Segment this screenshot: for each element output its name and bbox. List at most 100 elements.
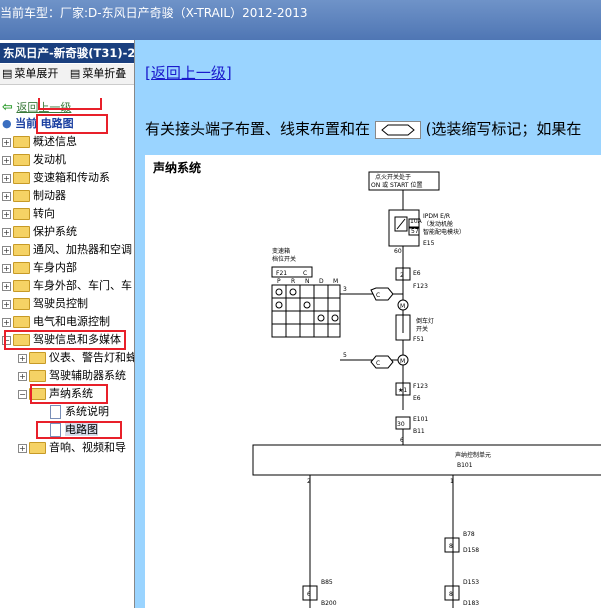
- expand-icon[interactable]: +: [2, 173, 11, 183]
- tree-item-overview[interactable]: + 概述信息: [2, 134, 77, 150]
- pin-2: 2: [400, 272, 404, 279]
- folder-icon: [13, 172, 30, 184]
- trans-label-1: 变速箱: [272, 247, 290, 255]
- expand-icon[interactable]: +: [2, 263, 11, 273]
- tree-item-electrical[interactable]: + 电气和电源控制: [2, 314, 110, 330]
- folder-icon: [13, 298, 30, 310]
- gear-p: P: [277, 278, 281, 285]
- expand-icon[interactable]: +: [18, 353, 27, 363]
- fuse-num: 57: [411, 228, 419, 235]
- gear-n: N: [305, 278, 310, 285]
- connector-b11: B11: [413, 428, 425, 435]
- connector-symbol-icon: [374, 120, 421, 139]
- expand-icon[interactable]: +: [2, 227, 11, 237]
- connector-d183: D183: [463, 600, 479, 607]
- tree-item-protection[interactable]: + 保护系统: [2, 224, 77, 240]
- tree-item-exterior[interactable]: + 车身外部、车门、车: [2, 278, 132, 294]
- expand-icon[interactable]: +: [2, 317, 11, 327]
- reverse-label-1: 倒车灯: [416, 317, 434, 325]
- connector-e15: E15: [423, 240, 435, 247]
- tree-item-driver-controls[interactable]: + 驾驶员控制: [2, 296, 88, 312]
- left-panel: 东风日产-新奇骏(T31)-20 ▤ 菜单展开 ▤ 菜单折叠 ⇦ 返回上一级 ● 当…: [0, 40, 135, 608]
- expand-icon[interactable]: +: [2, 155, 11, 165]
- connector-f21: F21: [276, 270, 287, 277]
- folder-icon: [29, 370, 46, 382]
- collapse-icon[interactable]: −: [18, 389, 27, 399]
- content-area: [返回上一级] 有关接头端子布置、线束布置和在 (选装缩写标记；如果在 声纳系统: [135, 40, 601, 608]
- tree-item-interior[interactable]: + 车身内部: [2, 260, 77, 276]
- highlight-box: [30, 384, 108, 404]
- tree-item-transmission[interactable]: + 变速箱和传动系: [2, 170, 110, 186]
- connector-b78: B78: [463, 531, 475, 538]
- pin-8a: 8: [449, 543, 453, 550]
- connector-e101: E101: [413, 416, 428, 423]
- reverse-label-2: 开关: [416, 325, 428, 333]
- tree-item-audio[interactable]: + 音响、视频和导: [18, 440, 126, 456]
- ignition-label-2: ON 或 START 位置: [371, 181, 422, 189]
- gear-r: R: [291, 278, 295, 285]
- fuse-amp: 10A: [410, 218, 423, 225]
- ignition-label-1: 点火开关处于: [375, 173, 411, 181]
- tree-item-brakes[interactable]: + 制动器: [2, 188, 66, 204]
- folder-icon: [13, 136, 30, 148]
- gear-m: M: [333, 278, 338, 285]
- expand-icon[interactable]: +: [18, 371, 27, 381]
- folder-icon: [13, 226, 30, 238]
- tree-toolbar: ▤ 菜单展开 ▤ 菜单折叠: [0, 64, 134, 85]
- connector-c-1: C: [376, 292, 380, 299]
- tree-item-driving-aids[interactable]: + 驾驶辅助器系统: [18, 368, 126, 384]
- sonar-control-unit: [252, 444, 601, 476]
- pin-6: 6: [400, 437, 404, 444]
- connector-m-2: M: [400, 358, 405, 365]
- pin-star1: ★1: [398, 387, 407, 394]
- pin-6b: 6: [307, 591, 311, 598]
- tree-item-system-description[interactable]: 系统说明: [50, 404, 109, 420]
- panel-title: 东风日产-新奇骏(T31)-20: [0, 43, 134, 63]
- wiring-diagram: 点火开关处于 ON 或 START 位置 10A 57 IPDM E/R （发动…: [252, 171, 601, 608]
- connector-f123-2: F123: [413, 383, 428, 390]
- tree-item-meters[interactable]: + 仪表、警告灯和蜂: [18, 350, 134, 366]
- expand-icon[interactable]: ▤: [2, 67, 12, 80]
- ipdm-label-2: （发动机舱: [423, 220, 453, 228]
- expand-icon[interactable]: +: [2, 209, 11, 219]
- pin-5: 5: [343, 352, 347, 359]
- connector-b85: B85: [321, 579, 333, 586]
- folder-icon: [13, 316, 30, 328]
- folder-icon: [13, 208, 30, 220]
- diagram-panel: 声纳系统 点火开关处于 ON 或 START 位置 10A 57 IPDM E/…: [145, 155, 601, 608]
- pin-1: 1: [450, 478, 454, 485]
- expand-icon[interactable]: +: [2, 137, 11, 147]
- expand-icon[interactable]: +: [2, 299, 11, 309]
- connector-f51: F51: [413, 336, 424, 343]
- highlight-box: [36, 421, 122, 439]
- collapse-all-button[interactable]: 菜单折叠: [82, 67, 126, 80]
- pin-60: 60: [394, 248, 402, 255]
- pin-2b: 2: [307, 478, 311, 485]
- expand-icon[interactable]: +: [18, 443, 27, 453]
- ctrl-label: 声纳控制单元: [455, 451, 491, 459]
- tree-item-hvac[interactable]: + 通风、加热器和空调: [2, 242, 132, 258]
- back-link-top[interactable]: [返回上一级]: [145, 62, 232, 83]
- tree-item-steering[interactable]: + 转向: [2, 206, 55, 222]
- folder-icon: [13, 190, 30, 202]
- trans-label-2: 档位开关: [272, 255, 296, 263]
- folder-icon: [13, 154, 30, 166]
- collapse-icon[interactable]: ▤: [70, 67, 80, 80]
- connector-c: C: [303, 270, 307, 277]
- expand-icon[interactable]: +: [2, 191, 11, 201]
- ipdm-label-1: IPDM E/R: [423, 213, 450, 220]
- vehicle-title: 当前车型：厂家:D-东风日产奇骏（X-TRAIL）2012-2013: [0, 6, 308, 20]
- title-bar: 当前车型：厂家:D-东风日产奇骏（X-TRAIL）2012-2013: [0, 0, 601, 40]
- connector-d158: D158: [463, 547, 479, 554]
- tree-item-engine[interactable]: + 发动机: [2, 152, 66, 168]
- expand-icon[interactable]: +: [2, 281, 11, 291]
- back-arrow-icon[interactable]: ⇦: [2, 100, 13, 115]
- connector-b200: B200: [321, 600, 337, 607]
- expand-icon[interactable]: +: [2, 245, 11, 255]
- highlight-box: [36, 114, 108, 134]
- document-icon: [50, 405, 61, 419]
- folder-icon: [13, 262, 30, 274]
- pin-3: 3: [343, 286, 347, 293]
- folder-icon: [13, 244, 30, 256]
- expand-all-button[interactable]: 菜单展开: [14, 67, 58, 80]
